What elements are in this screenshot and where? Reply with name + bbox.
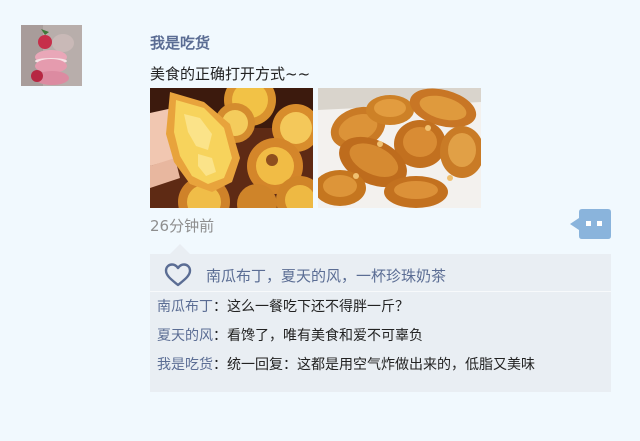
post-username[interactable]: 我是吃货 — [150, 32, 210, 53]
comment-icon[interactable] — [570, 209, 611, 239]
comment-item[interactable]: 我是吃货：统一回复：这都是用空气炸做出来的，低脂又美味 — [157, 355, 535, 384]
post-timestamp: 26分钟前 — [150, 217, 215, 235]
avatar[interactable] — [21, 25, 82, 86]
comment-text: 这么一餐吃下还不得胖一斤？ — [227, 299, 409, 315]
comment-separator: ： — [213, 357, 227, 373]
comment-item[interactable]: 南瓜布丁：这么一餐吃下还不得胖一斤？ — [157, 297, 535, 326]
comment-list: 南瓜布丁：这么一餐吃下还不得胖一斤？ 夏天的风：看馋了，唯有美食和爱不可辜负 我… — [157, 297, 535, 384]
comment-separator: ： — [213, 299, 227, 315]
heart-icon — [164, 263, 192, 287]
comment-author[interactable]: 夏天的风 — [157, 328, 213, 344]
comment-author[interactable]: 我是吃货 — [157, 357, 213, 373]
moment-post: 我是吃货 美食的正确打开方式~~ 26分钟前 南瓜布丁，夏天的风，一杯珍珠奶茶 … — [0, 0, 640, 441]
post-content: 美食的正确打开方式~~ — [150, 65, 311, 83]
photo-egg-tart[interactable] — [150, 88, 313, 208]
likers-list[interactable]: 南瓜布丁，夏天的风，一杯珍珠奶茶 — [206, 265, 446, 286]
comment-text: 看馋了，唯有美食和爱不可辜负 — [227, 328, 423, 344]
interaction-arrow — [170, 244, 190, 254]
like-row: 南瓜布丁，夏天的风，一杯珍珠奶茶 — [164, 262, 446, 288]
photo-fried-chicken[interactable] — [318, 88, 481, 208]
comment-author[interactable]: 南瓜布丁 — [157, 299, 213, 315]
comment-text: 统一回复：这都是用空气炸做出来的，低脂又美味 — [227, 357, 535, 373]
interaction-panel: 南瓜布丁，夏天的风，一杯珍珠奶茶 南瓜布丁：这么一餐吃下还不得胖一斤？ 夏天的风… — [150, 254, 611, 392]
comment-separator: ： — [213, 328, 227, 344]
comment-item[interactable]: 夏天的风：看馋了，唯有美食和爱不可辜负 — [157, 326, 535, 355]
divider — [150, 291, 611, 292]
